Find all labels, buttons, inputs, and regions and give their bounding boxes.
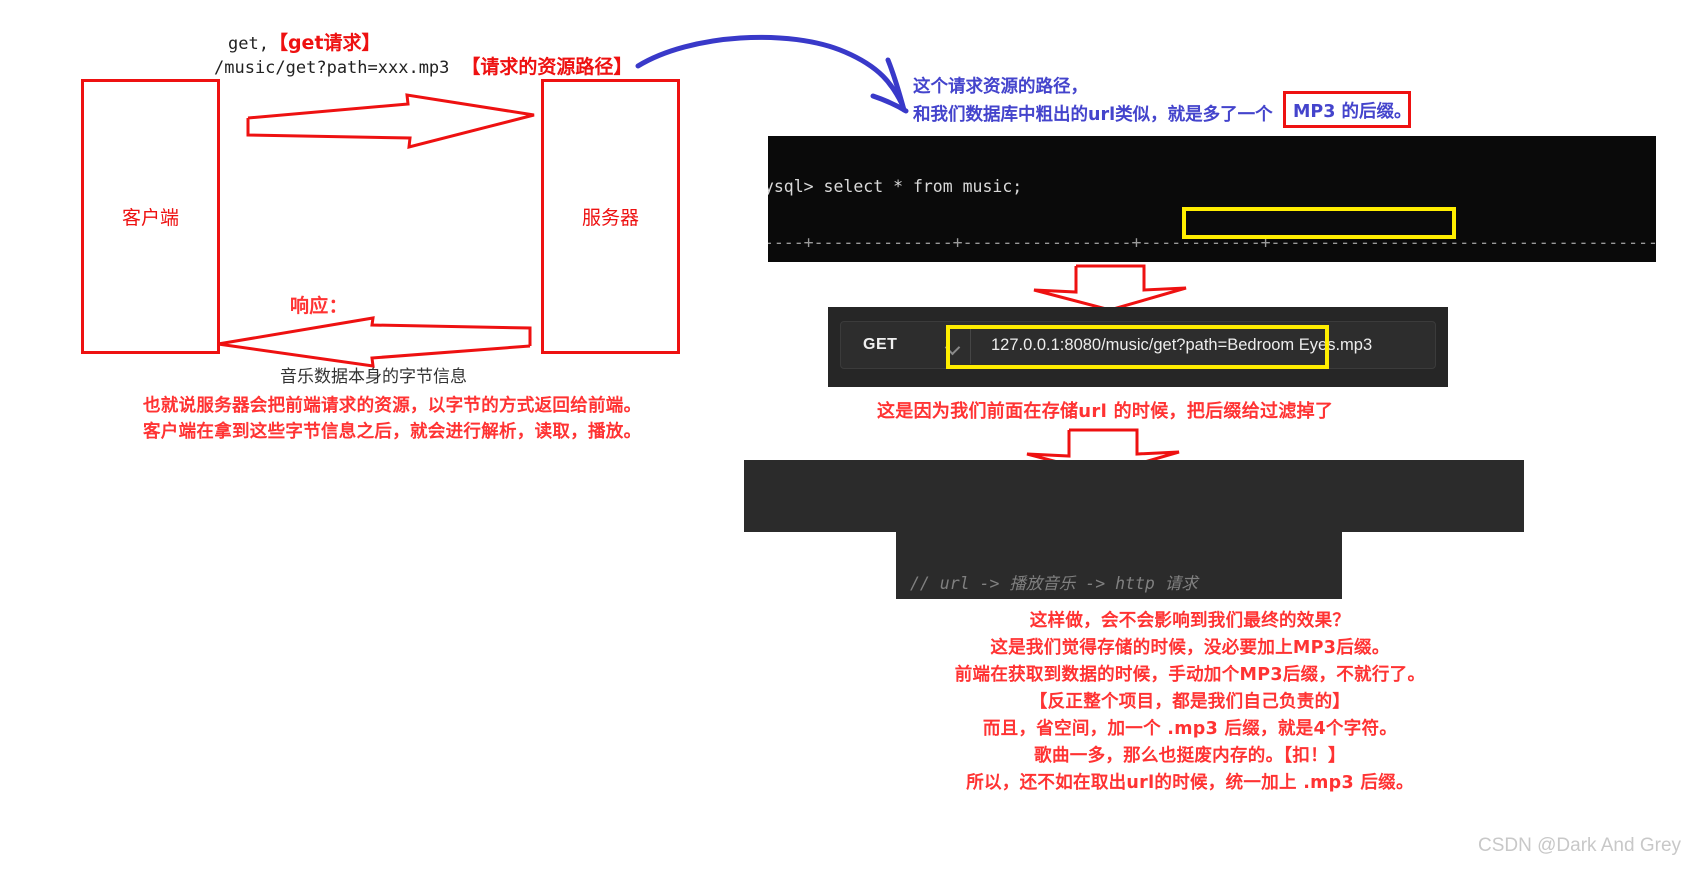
bottom-note-2: 前端在获取到数据的时候，手动加个MP3后缀，不就行了。 — [954, 665, 1426, 685]
bottom-notes: 这样做，会不会影响到我们最终的效果？ 这是我们觉得存储的时候，没必要加上MP3后… — [840, 608, 1540, 797]
curved-arrow-icon — [635, 34, 909, 114]
diagram-note-line2: 客户端在拿到这些字节信息之后，就会进行解析，读取，播放。 — [143, 422, 642, 442]
watermark: CSDN @Dark And Grey — [1478, 835, 1682, 856]
bottom-note-3: 【反正整个项目，都是我们自己负责的】 — [1029, 692, 1351, 712]
client-box-label: 客户端 — [121, 207, 179, 229]
middle-note: 这是因为我们前面在存储url 的时候，把后缀给过滤掉了 — [877, 401, 1334, 422]
code-block-bottom: // url -> 播放音乐 -> http 请求 String url = "… — [896, 532, 1342, 599]
request-label-line1: get,【get请求】 — [228, 28, 381, 55]
top-annotation-line2-text: 和我们数据库中粗出的url类似，就是多了一个 — [913, 105, 1273, 125]
mysql-prompt-text: mysql> select * from music; — [768, 177, 1023, 197]
top-annotation-line2: 和我们数据库中粗出的url类似，就是多了一个 — [913, 101, 1273, 126]
response-caption: 音乐数据本身的字节信息 — [280, 367, 467, 387]
mysql-terminal: mysql> select * from music; +----+------… — [768, 136, 1656, 262]
bottom-note-5: 歌曲一多，那么也挺废内存的。【扣！】 — [1034, 746, 1346, 766]
mysql-url-highlight-box — [1182, 207, 1456, 239]
response-label: 响应： — [290, 295, 348, 317]
client-box: 客户端 — [81, 79, 220, 354]
code-bottom-comment: // url -> 播放音乐 -> http 请求 — [910, 574, 1198, 593]
request-label-line2: /music/get?path=xxx.mp3 【请求的资源路径】 — [214, 52, 632, 79]
mysql-prompt-line: mysql> select * from music; — [768, 177, 1656, 197]
top-annotation-line1: 这个请求资源的路径， — [913, 77, 1088, 97]
bottom-note-4: 而且，省空间，加一个 .mp3 后缀，就是4个字符。 — [982, 719, 1398, 739]
request-label-get: get, — [228, 34, 269, 54]
bottom-note-1: 这是我们觉得存储的时候，没必要加上MP3后缀。 — [990, 638, 1390, 658]
diagram-note-line1: 也就说服务器会把前端请求的资源，以字节的方式返回给前端。 — [143, 396, 642, 416]
server-box-label: 服务器 — [581, 207, 639, 229]
arrow-left-icon — [217, 316, 532, 368]
code-block-top: // 歌名 String title = fileNameAndType.sub… — [744, 460, 1524, 532]
request-label-path: /music/get?path=xxx.mp3 — [214, 58, 450, 78]
request-label-path-tag: 【请求的资源路径】 — [461, 56, 633, 78]
method-label[interactable]: GET — [863, 336, 897, 354]
mp3-suffix-text: MP3 的后缀。 — [1293, 102, 1412, 122]
code-top-partial-line — [744, 498, 1524, 516]
request-label-get-tag: 【get请求】 — [268, 32, 381, 54]
arrow-right-icon — [246, 93, 535, 149]
bottom-note-0: 这样做，会不会影响到我们最终的效果？ — [1029, 611, 1351, 631]
bottom-note-6: 所以，还不如在取出url的时候，统一加上 .mp3 后缀。 — [966, 773, 1414, 793]
arrow-down-icon — [1033, 264, 1187, 312]
request-url-highlight-box — [946, 325, 1329, 369]
